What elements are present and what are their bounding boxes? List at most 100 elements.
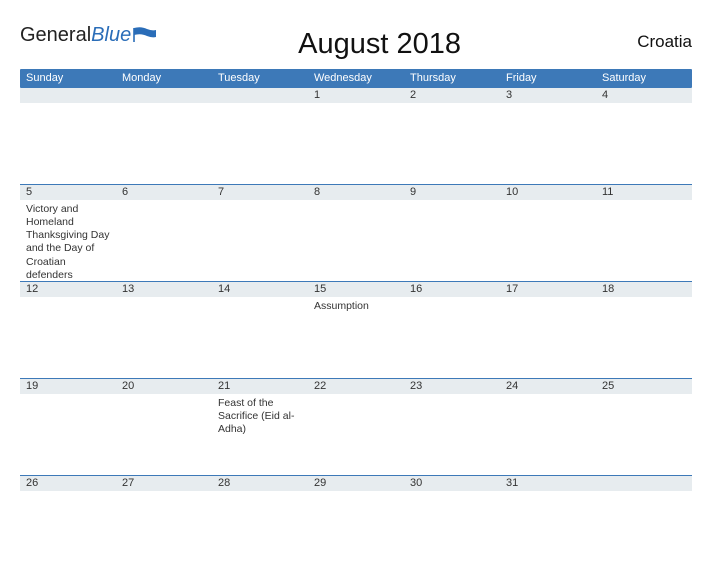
day-cell <box>116 200 212 281</box>
calendar: Sunday Monday Tuesday Wednesday Thursday… <box>20 69 692 573</box>
day-cell <box>500 200 596 281</box>
day-cell <box>116 103 212 184</box>
day-number: 26 <box>20 476 116 491</box>
day-number: 22 <box>308 379 404 394</box>
day-number: 17 <box>500 282 596 297</box>
day-cell <box>212 200 308 281</box>
day-cell <box>308 103 404 184</box>
day-cell <box>500 103 596 184</box>
day-number: 31 <box>500 476 596 491</box>
day-number: 8 <box>308 185 404 200</box>
day-number <box>20 88 116 103</box>
day-cell <box>404 394 500 475</box>
day-cell <box>404 297 500 378</box>
day-number: 3 <box>500 88 596 103</box>
day-cell <box>308 200 404 281</box>
day-cell <box>20 297 116 378</box>
day-header: Sunday <box>20 69 116 88</box>
day-cell <box>596 200 692 281</box>
day-cell <box>596 491 692 573</box>
day-cell <box>500 297 596 378</box>
week-band: 26 27 28 29 30 31 <box>20 476 692 491</box>
day-number: 30 <box>404 476 500 491</box>
week-band: 12 13 14 15 16 17 18 <box>20 282 692 297</box>
week-row: Victory and Homeland Thanksgiving Day an… <box>20 200 692 282</box>
day-event: Victory and Homeland Thanksgiving Day an… <box>26 203 110 281</box>
day-cell <box>212 491 308 573</box>
day-number: 2 <box>404 88 500 103</box>
day-number: 1 <box>308 88 404 103</box>
brand-part1: General <box>20 24 91 46</box>
day-header-row: Sunday Monday Tuesday Wednesday Thursday… <box>20 69 692 88</box>
brand-name: GeneralBlue <box>20 24 131 47</box>
day-header: Monday <box>116 69 212 88</box>
day-cell: Victory and Homeland Thanksgiving Day an… <box>20 200 116 281</box>
day-cell <box>116 297 212 378</box>
day-header: Friday <box>500 69 596 88</box>
day-event: Feast of the Sacrifice (Eid al-Adha) <box>218 397 302 436</box>
day-number: 20 <box>116 379 212 394</box>
day-number: 4 <box>596 88 692 103</box>
day-cell: Feast of the Sacrifice (Eid al-Adha) <box>212 394 308 475</box>
week-row <box>20 491 692 573</box>
day-number: 15 <box>308 282 404 297</box>
day-cell <box>308 491 404 573</box>
day-number: 27 <box>116 476 212 491</box>
day-cell <box>404 103 500 184</box>
week-row: Assumption <box>20 297 692 379</box>
day-cell <box>596 103 692 184</box>
day-number: 12 <box>20 282 116 297</box>
week-band: 5 6 7 8 9 10 11 <box>20 185 692 200</box>
day-number <box>596 476 692 491</box>
day-number: 5 <box>20 185 116 200</box>
day-number: 24 <box>500 379 596 394</box>
day-cell <box>404 200 500 281</box>
brand-logo: GeneralBlue <box>20 18 157 47</box>
day-number <box>212 88 308 103</box>
day-number <box>116 88 212 103</box>
day-cell <box>500 394 596 475</box>
day-cell <box>20 394 116 475</box>
day-number: 10 <box>500 185 596 200</box>
country-label: Croatia <box>602 18 692 52</box>
day-number: 19 <box>20 379 116 394</box>
day-cell <box>212 103 308 184</box>
page-title: August 2018 <box>157 18 602 61</box>
day-number: 13 <box>116 282 212 297</box>
week-row: Feast of the Sacrifice (Eid al-Adha) <box>20 394 692 476</box>
day-number: 25 <box>596 379 692 394</box>
day-cell <box>596 297 692 378</box>
day-number: 11 <box>596 185 692 200</box>
day-cell <box>308 394 404 475</box>
day-number: 16 <box>404 282 500 297</box>
day-number: 7 <box>212 185 308 200</box>
day-cell: Assumption <box>308 297 404 378</box>
day-number: 23 <box>404 379 500 394</box>
brand-part2: Blue <box>91 24 131 46</box>
week-band: 1 2 3 4 <box>20 88 692 103</box>
day-number: 14 <box>212 282 308 297</box>
header: GeneralBlue August 2018 Croatia <box>20 18 692 61</box>
day-cell <box>404 491 500 573</box>
day-header: Tuesday <box>212 69 308 88</box>
day-header: Saturday <box>596 69 692 88</box>
day-number: 18 <box>596 282 692 297</box>
day-number: 6 <box>116 185 212 200</box>
day-cell <box>212 297 308 378</box>
day-number: 21 <box>212 379 308 394</box>
week-band: 19 20 21 22 23 24 25 <box>20 379 692 394</box>
day-number: 28 <box>212 476 308 491</box>
day-cell <box>116 394 212 475</box>
day-number: 29 <box>308 476 404 491</box>
day-cell <box>20 491 116 573</box>
day-header: Wednesday <box>308 69 404 88</box>
day-cell <box>116 491 212 573</box>
flag-icon <box>133 26 157 49</box>
day-event: Assumption <box>314 300 398 313</box>
day-header: Thursday <box>404 69 500 88</box>
day-number: 9 <box>404 185 500 200</box>
week-row <box>20 103 692 185</box>
day-cell <box>500 491 596 573</box>
day-cell <box>20 103 116 184</box>
day-cell <box>596 394 692 475</box>
